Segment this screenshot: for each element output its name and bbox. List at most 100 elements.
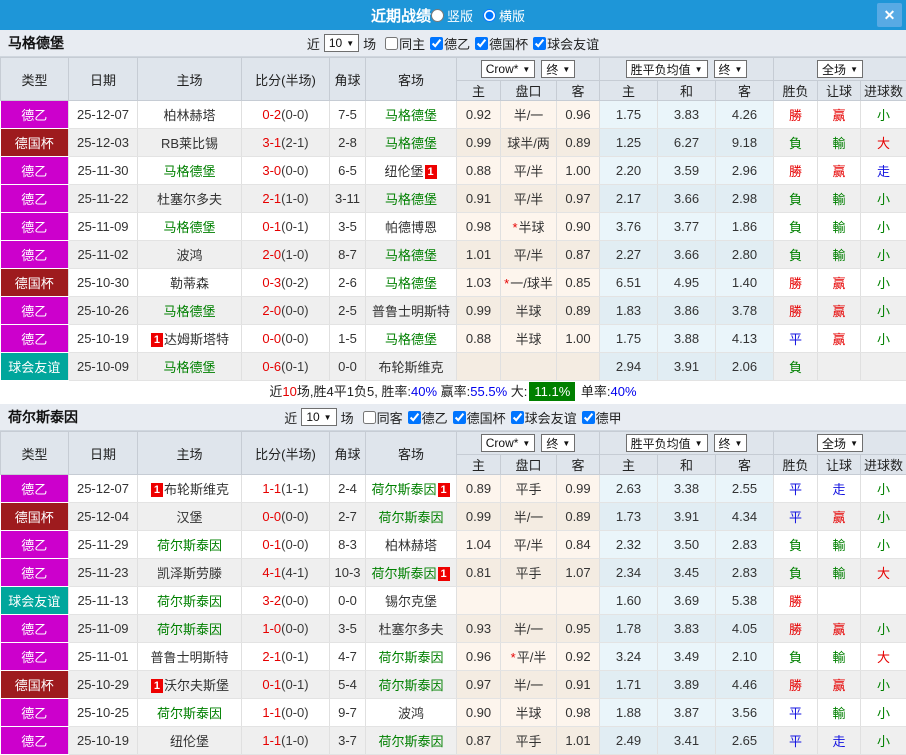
cell-handicap: 平手 bbox=[501, 475, 557, 503]
cell-odds-home bbox=[457, 353, 501, 381]
dropdown-arrow-icon: ▼ bbox=[562, 439, 570, 448]
subcol-result: 胜负 bbox=[774, 81, 818, 101]
cell-competition-type: 德国杯 bbox=[1, 671, 69, 699]
dropdown-arrow-icon: ▼ bbox=[850, 65, 858, 74]
half-time-score: (2-1) bbox=[281, 135, 308, 150]
scope-select[interactable]: 全场▼ bbox=[817, 60, 863, 78]
select-value: 胜平负均值 bbox=[631, 435, 691, 452]
checkbox-input[interactable] bbox=[453, 411, 466, 424]
subcol-odds-away: 客 bbox=[557, 81, 600, 101]
match-count-select[interactable]: 10▼ bbox=[324, 34, 359, 52]
close-button[interactable]: ✕ bbox=[877, 3, 902, 27]
odds-company-select[interactable]: Crow*▼ bbox=[481, 434, 536, 452]
avg-odds-select[interactable]: 胜平负均值▼ bbox=[626, 60, 708, 78]
team-link: 荷尔斯泰因 bbox=[157, 706, 222, 721]
cell-goals-result: 小 bbox=[861, 531, 906, 559]
cell-odds-home: 1.01 bbox=[457, 241, 501, 269]
cell-handicap-result: 輸 bbox=[818, 531, 861, 559]
cell-avg-draw: 3.69 bbox=[658, 587, 716, 615]
cell-away-team: 荷尔斯泰因1 bbox=[366, 559, 457, 587]
cell-odds-home: 0.89 bbox=[457, 475, 501, 503]
cell-score: 0-1(0-0) bbox=[242, 531, 330, 559]
cell-odds-away: 1.01 bbox=[557, 727, 600, 755]
cell-avg-draw: 3.88 bbox=[658, 325, 716, 353]
odds-stage-select[interactable]: 终▼ bbox=[541, 434, 575, 452]
cell-handicap-result: 赢 bbox=[818, 671, 861, 699]
select-value: Crow* bbox=[486, 62, 519, 76]
radio-input[interactable] bbox=[483, 9, 496, 22]
team-link: 杜塞尔多夫 bbox=[378, 622, 443, 637]
cell-home-team: 马格德堡 bbox=[138, 157, 242, 185]
filter-checkbox-球会友谊[interactable]: 球会友谊 bbox=[533, 34, 599, 53]
checkbox-input[interactable] bbox=[533, 37, 546, 50]
match-row: 球会友谊25-10-09马格德堡0-6(0-1)0-0布轮斯维克2.943.91… bbox=[1, 353, 906, 381]
team-link: 纽伦堡 bbox=[384, 164, 423, 179]
checkbox-label: 同客 bbox=[377, 408, 403, 427]
checkbox-input[interactable] bbox=[408, 411, 421, 424]
checkbox-label: 德乙 bbox=[444, 34, 470, 53]
avg-odds-select[interactable]: 胜平负均值▼ bbox=[626, 434, 708, 452]
team-link: 荷尔斯泰因 bbox=[378, 510, 443, 525]
subcol-avg-home: 主 bbox=[600, 455, 658, 475]
radio-input[interactable] bbox=[431, 9, 444, 22]
avg-stage-select[interactable]: 终▼ bbox=[714, 60, 748, 78]
cell-home-team: 马格德堡 bbox=[138, 297, 242, 325]
cell-corners: 8-3 bbox=[330, 531, 366, 559]
cell-result: 勝 bbox=[774, 297, 818, 325]
full-time-score: 1-0 bbox=[262, 621, 281, 636]
scope-select[interactable]: 全场▼ bbox=[817, 434, 863, 452]
match-row: 德乙25-10-25荷尔斯泰因1-1(0-0)9-7波鸿0.90半球0.981.… bbox=[1, 699, 906, 727]
filter-checkbox-同主[interactable]: 同主 bbox=[385, 34, 425, 53]
avg-stage-select[interactable]: 终▼ bbox=[714, 434, 748, 452]
cell-corners: 8-7 bbox=[330, 241, 366, 269]
checkbox-input[interactable] bbox=[430, 37, 443, 50]
match-row: 德乙25-11-09马格德堡0-1(0-1)3-5帕德博恩0.98*半球0.90… bbox=[1, 213, 906, 241]
cell-away-team: 马格德堡 bbox=[366, 185, 457, 213]
checkbox-input[interactable] bbox=[385, 37, 398, 50]
recent-results-popup: 近期战绩 竖版横版 ✕ 马格德堡 近 10▼ 场 同主德乙德国杯球会友谊 类型 … bbox=[0, 0, 906, 755]
cell-corners: 2-8 bbox=[330, 129, 366, 157]
cell-date: 25-11-23 bbox=[69, 559, 138, 587]
layout-radio-横版[interactable]: 横版 bbox=[483, 6, 525, 25]
cell-away-team: 马格德堡 bbox=[366, 269, 457, 297]
match-count-select[interactable]: 10▼ bbox=[301, 408, 336, 426]
cell-away-team: 马格德堡 bbox=[366, 101, 457, 129]
subcol-avg-draw: 和 bbox=[658, 81, 716, 101]
summary-segment: 赢率: bbox=[437, 384, 470, 399]
cell-avg-away: 2.83 bbox=[716, 531, 774, 559]
cell-score: 0-0(0-0) bbox=[242, 325, 330, 353]
team-link: 波鸿 bbox=[398, 706, 424, 721]
cell-competition-type: 德乙 bbox=[1, 325, 69, 353]
filter-checkbox-德乙[interactable]: 德乙 bbox=[408, 408, 448, 427]
filter-checkbox-德国杯[interactable]: 德国杯 bbox=[475, 34, 528, 53]
dropdown-arrow-icon: ▼ bbox=[695, 65, 703, 74]
checkbox-input[interactable] bbox=[582, 411, 595, 424]
layout-radio-竖版[interactable]: 竖版 bbox=[431, 6, 473, 25]
odds-stage-select[interactable]: 终▼ bbox=[541, 60, 575, 78]
filter-checkbox-同客[interactable]: 同客 bbox=[363, 408, 403, 427]
filter-checkbox-德甲[interactable]: 德甲 bbox=[582, 408, 622, 427]
match-row: 德乙25-10-26马格德堡2-0(0-0)2-5普鲁士明斯特0.99半球0.8… bbox=[1, 297, 906, 325]
checkbox-input[interactable] bbox=[363, 411, 376, 424]
dropdown-arrow-icon: ▼ bbox=[562, 65, 570, 74]
checkbox-input[interactable] bbox=[475, 37, 488, 50]
cell-competition-type: 德乙 bbox=[1, 699, 69, 727]
cell-goals-result: 小 bbox=[861, 325, 906, 353]
cell-home-team: 波鸿 bbox=[138, 241, 242, 269]
filter-checkbox-德国杯[interactable]: 德国杯 bbox=[453, 408, 506, 427]
cell-handicap-result: 赢 bbox=[818, 325, 861, 353]
subcol-result: 胜负 bbox=[774, 455, 818, 475]
half-time-score: (0-0) bbox=[281, 593, 308, 608]
cell-home-team: 荷尔斯泰因 bbox=[138, 531, 242, 559]
filter-checkbox-球会友谊[interactable]: 球会友谊 bbox=[511, 408, 577, 427]
cell-avg-home: 1.75 bbox=[600, 325, 658, 353]
team-link: RB莱比锡 bbox=[161, 136, 218, 151]
filter-checkbox-德乙[interactable]: 德乙 bbox=[430, 34, 470, 53]
select-value: 终 bbox=[546, 435, 558, 452]
cell-corners: 5-4 bbox=[330, 671, 366, 699]
subcol-handicap: 盘口 bbox=[501, 455, 557, 475]
odds-company-select[interactable]: Crow*▼ bbox=[481, 60, 536, 78]
checkbox-label: 德乙 bbox=[422, 408, 448, 427]
checkbox-input[interactable] bbox=[511, 411, 524, 424]
cell-avg-away: 4.13 bbox=[716, 325, 774, 353]
